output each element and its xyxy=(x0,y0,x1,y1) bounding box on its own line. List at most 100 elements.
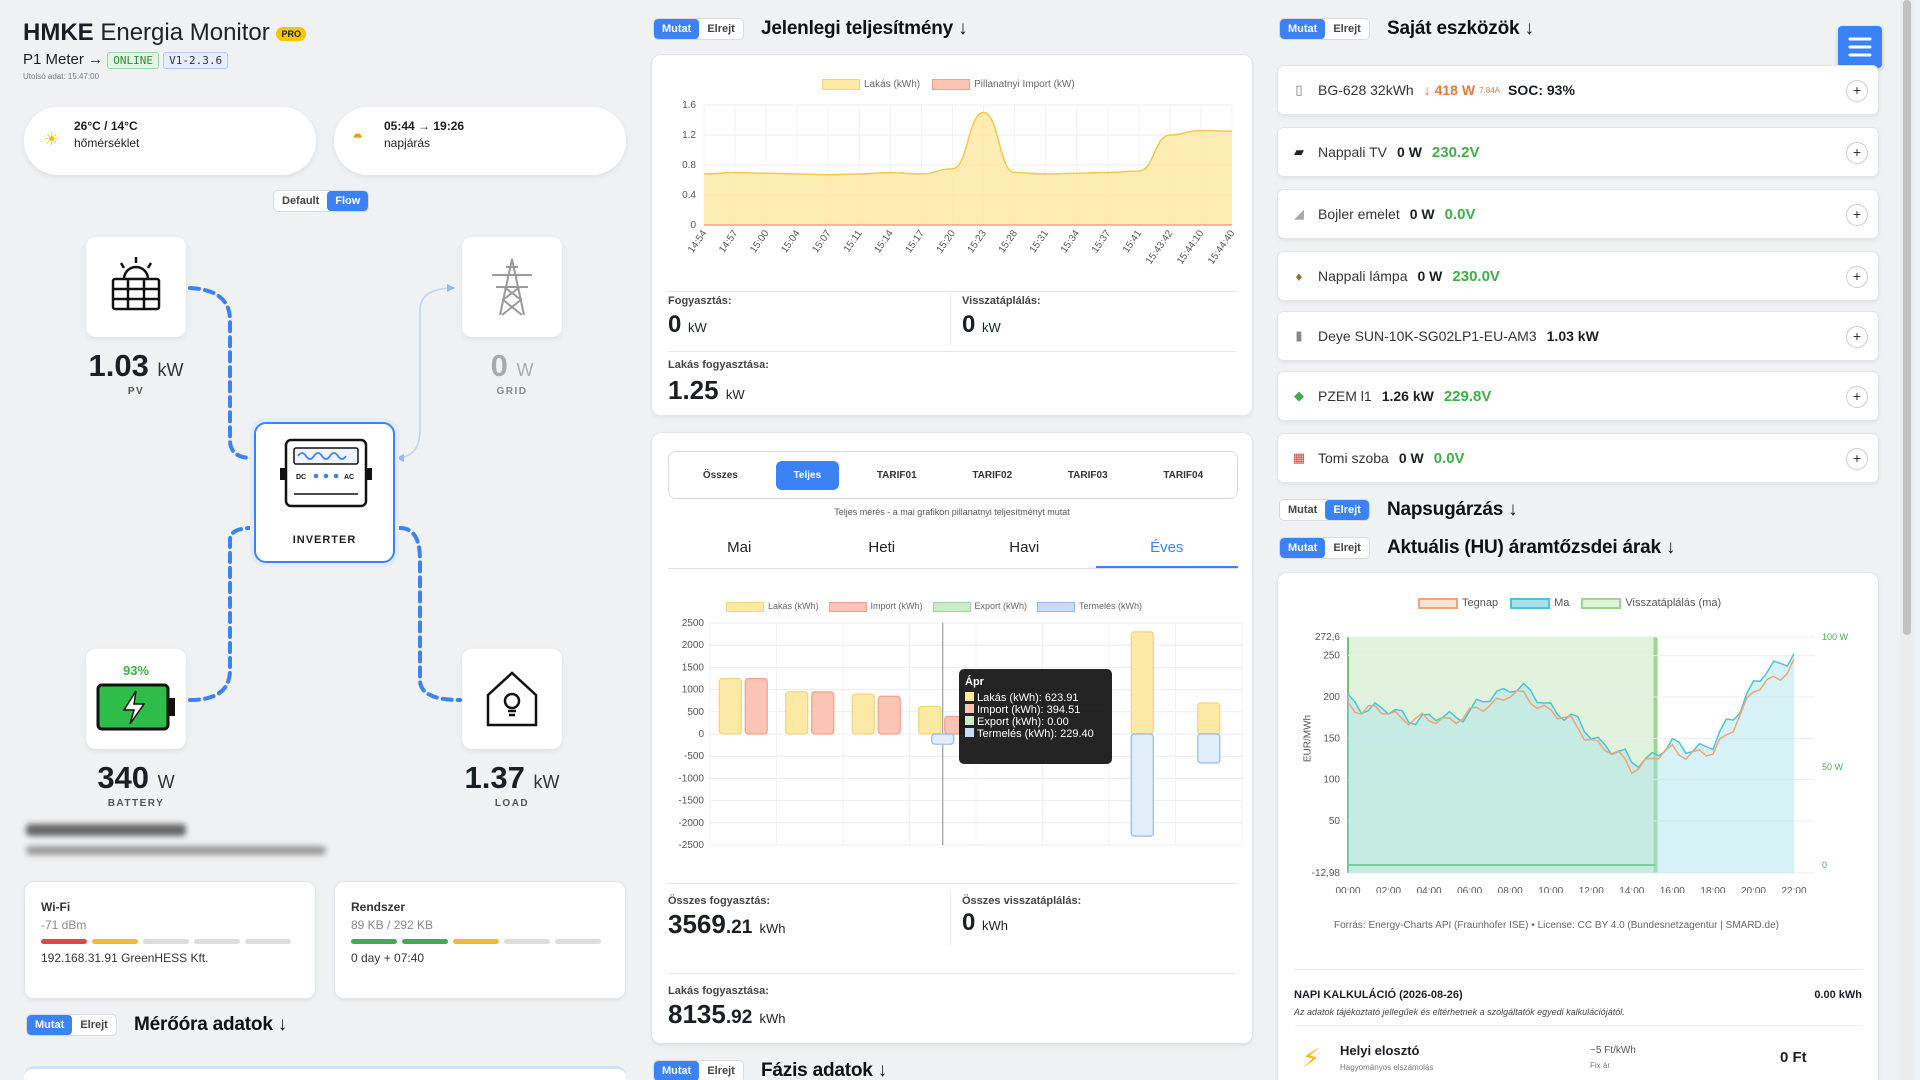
bar[interactable] xyxy=(718,677,742,735)
pv-tile[interactable] xyxy=(86,237,186,337)
bar[interactable] xyxy=(1130,631,1154,735)
expand-button[interactable]: + xyxy=(1846,326,1868,348)
x-tick: 14:57 xyxy=(717,228,741,255)
phase-hide-button[interactable]: Elrejt xyxy=(699,1061,743,1080)
distributor-cost: 0 Ft xyxy=(1780,1049,1807,1066)
device-row[interactable]: ◆ PZEM l1 1.26 kW 229.8V + xyxy=(1277,371,1879,421)
distributor-name: Helyi elosztó xyxy=(1340,1043,1420,1058)
meter-data-title[interactable]: Mérőóra adatok ↓ xyxy=(134,1014,287,1036)
device-name: Tomi szoba xyxy=(1318,450,1389,466)
bar[interactable] xyxy=(1130,733,1154,837)
prices-toggle: Mutat Elrejt xyxy=(1279,537,1370,559)
battery-unit: W xyxy=(157,772,175,792)
load-tile[interactable] xyxy=(462,649,562,749)
bar[interactable] xyxy=(1197,733,1221,764)
y-tick: -1500 xyxy=(678,796,704,807)
period-tab[interactable]: Éves xyxy=(1095,529,1238,568)
tariff-tab[interactable]: Teljes xyxy=(775,460,840,490)
current-power-title[interactable]: Jelenlegi teljesítmény ↓ xyxy=(761,18,968,40)
devices-hide-button[interactable]: Elrejt xyxy=(1325,19,1369,39)
x-tick: 15:34 xyxy=(1059,228,1083,255)
tooltip-export: Export (kWh): 0.00 xyxy=(977,716,1069,728)
current-hide-button[interactable]: Elrejt xyxy=(699,19,743,39)
device-power: 0 W xyxy=(1417,268,1443,284)
yearly-home-stat: Lakás fogyasztása: 8135.92 kWh xyxy=(668,985,786,1030)
expand-button[interactable]: + xyxy=(1846,266,1868,288)
legend-home: Lakás (kWh) xyxy=(822,79,920,90)
device-row[interactable]: ▦ Tomi szoba 0 W 0.0V + xyxy=(1277,433,1879,483)
tariff-tab[interactable]: TARIF02 xyxy=(954,461,1030,490)
scrollbar-thumb[interactable] xyxy=(1903,0,1911,635)
power-tower-icon xyxy=(492,258,532,316)
wifi-title: Wi-Fi xyxy=(41,900,71,914)
prices-card: Tegnap Ma Visszatáplálás (ma) EUR/MWh 272,… xyxy=(1277,572,1879,1080)
solar-title[interactable]: Napsugárzás ↓ xyxy=(1387,499,1518,521)
tooltip-home: Lakás (kWh): 623.91 xyxy=(977,692,1079,704)
prices-hide-button[interactable]: Elrejt xyxy=(1325,538,1369,558)
tooltip-row: Lakás (kWh): 623.91 xyxy=(965,692,1106,704)
distributor-rate: ~5 Ft/kWh xyxy=(1590,1045,1636,1056)
x-tick: 14:00 xyxy=(1619,886,1644,893)
period-tab[interactable]: Mai xyxy=(668,529,811,568)
solar-hide-button[interactable]: Elrejt xyxy=(1325,500,1369,520)
y-tick: 2500 xyxy=(682,618,705,629)
device-row[interactable]: ▯ BG-628 32kWh ↓ 418 W 7.84A SOC: 93% + xyxy=(1277,65,1879,115)
expand-button[interactable]: + xyxy=(1846,386,1868,408)
devices-show-button[interactable]: Mutat xyxy=(1280,19,1326,39)
scrollbar[interactable] xyxy=(1900,0,1914,1080)
expand-button[interactable]: + xyxy=(1846,448,1868,470)
expand-button[interactable]: + xyxy=(1846,80,1868,102)
grid-tile[interactable] xyxy=(462,237,562,337)
devices-toggle: Mutat Elrejt xyxy=(1279,18,1370,40)
device-row[interactable]: ◢ Bojler emelet 0 W 0.0V + xyxy=(1277,189,1879,239)
meter-show-button[interactable]: Mutat xyxy=(27,1015,73,1035)
battery-charging-icon xyxy=(96,683,175,731)
meter-data-toggle: Mutat Elrejt xyxy=(26,1014,117,1036)
x-tick: 15:00 xyxy=(748,228,772,255)
current-show-button[interactable]: Mutat xyxy=(654,19,700,39)
device-row[interactable]: ▮ Deye SUN-10K-SG02LP1-EU-AM3 1.03 kW + xyxy=(1277,311,1879,361)
memory-usage-bar xyxy=(351,939,609,944)
inverter-tile[interactable]: DC AC INVERTER xyxy=(254,422,395,563)
yearly-legend-label: Lakás (kWh) xyxy=(768,601,819,611)
phase-show-button[interactable]: Mutat xyxy=(654,1061,700,1080)
tariff-tab[interactable]: Összes xyxy=(685,461,756,490)
tariff-tab[interactable]: TARIF03 xyxy=(1050,461,1126,490)
y-tick: 0.8 xyxy=(682,160,696,171)
tariff-tab[interactable]: TARIF04 xyxy=(1145,461,1221,490)
bar[interactable] xyxy=(851,693,875,735)
current-legend: Lakás (kWh) Pillanatnyi Import (kW) xyxy=(822,79,1075,90)
period-tab[interactable]: Havi xyxy=(953,529,1096,568)
bar[interactable] xyxy=(877,695,901,735)
meter-hide-button[interactable]: Elrejt xyxy=(72,1015,116,1035)
device-name: Deye SUN-10K-SG02LP1-EU-AM3 xyxy=(1318,328,1537,344)
x-tick: 22:00 xyxy=(1781,886,1806,893)
expand-button[interactable]: + xyxy=(1846,204,1868,226)
inverter-dc-label: DC xyxy=(296,474,306,481)
menu-button[interactable] xyxy=(1838,26,1882,68)
battery-tile[interactable]: 93% xyxy=(86,649,186,749)
distributor-sub: Hagyományos elszámolás xyxy=(1340,1063,1434,1072)
tariff-tab[interactable]: TARIF01 xyxy=(859,461,935,490)
load-label: LOAD xyxy=(494,798,530,809)
bar[interactable] xyxy=(931,733,955,745)
yearly-legend-label: Export (kWh) xyxy=(974,601,1028,611)
bar[interactable] xyxy=(918,705,942,735)
devices-title[interactable]: Saját eszközök ↓ xyxy=(1387,18,1534,40)
prices-legend-label: Visszatáplálás (ma) xyxy=(1625,597,1722,609)
period-tab[interactable]: Heti xyxy=(811,529,954,568)
solar-show-button[interactable]: Mutat xyxy=(1280,500,1325,520)
bar[interactable] xyxy=(1197,702,1221,735)
bar[interactable] xyxy=(744,677,768,735)
expand-button[interactable]: + xyxy=(1846,142,1868,164)
bar[interactable] xyxy=(811,691,835,735)
device-row[interactable]: ♦ Nappali lámpa 0 W 230.0V + xyxy=(1277,251,1879,301)
yearly-home-label: Lakás fogyasztása: xyxy=(668,985,769,997)
bar[interactable] xyxy=(785,691,809,735)
device-row[interactable]: ▰ Nappali TV 0 W 230.2V + xyxy=(1277,127,1879,177)
tooltip-import: Import (kWh): 394.51 xyxy=(977,704,1081,716)
prices-title[interactable]: Aktuális (HU) áramtőzsdei árak ↓ xyxy=(1387,537,1675,559)
phase-title[interactable]: Fázis adatok ↓ xyxy=(761,1060,887,1080)
total-consumption-dec: .21 xyxy=(725,917,753,938)
prices-show-button[interactable]: Mutat xyxy=(1280,538,1326,558)
